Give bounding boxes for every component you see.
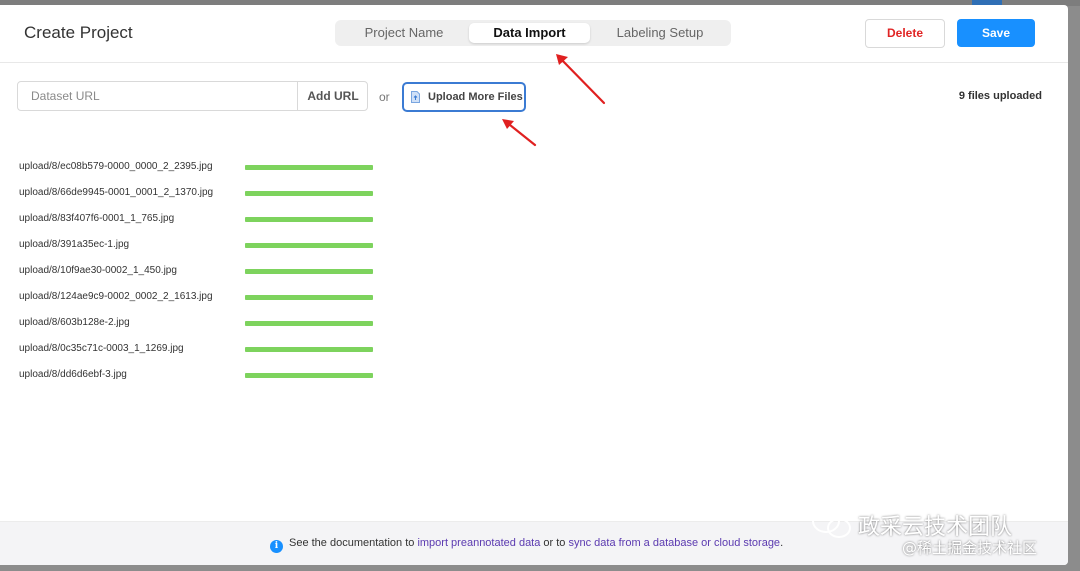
upload-progress-fill [245,373,373,378]
upload-progress-bar [245,373,373,378]
dataset-url-group: Add URL [17,81,368,111]
upload-progress-bar [245,243,373,248]
file-name: upload/8/dd6d6ebf-3.jpg [19,369,127,380]
info-icon: i [270,540,283,553]
tab-project-name[interactable]: Project Name [339,23,469,43]
upload-progress-bar [245,269,373,274]
file-name: upload/8/83f407f6-0001_1_765.jpg [19,213,175,224]
add-url-button[interactable]: Add URL [297,82,368,110]
upload-progress-fill [245,191,373,196]
file-name: upload/8/10f9ae30-0002_1_450.jpg [19,265,177,276]
upload-progress-fill [245,243,373,248]
dialog-header: Create Project Project Name Data Import … [0,5,1068,63]
watermark: 政采云技术团队 @稀土掘金技术社区 [810,505,1072,567]
footer-text-1: See the documentation to [289,537,418,549]
file-name: upload/8/0c35c71c-0003_1_1269.jpg [19,343,184,354]
tab-labeling-setup[interactable]: Labeling Setup [593,23,727,43]
file-name: upload/8/391a35ec-1.jpg [19,239,130,250]
save-button[interactable]: Save [957,19,1035,47]
annotation-arrow-tab [556,54,606,105]
watermark-line-2: @稀土掘金技术社区 [902,539,1038,557]
upload-progress-fill [245,269,373,274]
upload-progress-fill [245,165,373,170]
upload-more-files-label: Upload More Files [428,91,523,103]
file-upload-icon [411,91,420,103]
import-preannotated-data-link[interactable]: import preannotated data [417,537,540,549]
upload-progress-fill [245,217,373,222]
file-name: upload/8/124ae9c9-0002_0002_2_1613.jpg [19,291,213,302]
dataset-url-input[interactable] [18,82,301,110]
create-project-dialog: Create Project Project Name Data Import … [0,5,1068,565]
page-title: Create Project [24,23,133,42]
delete-button[interactable]: Delete [865,19,945,48]
upload-progress-fill [245,347,373,352]
sync-data-storage-link[interactable]: sync data from a database or cloud stora… [568,537,780,549]
step-tabs: Project Name Data Import Labeling Setup [335,20,731,46]
upload-progress-bar [245,191,373,196]
upload-progress-fill [245,295,373,300]
upload-progress-bar [245,321,373,326]
footer-text: i See the documentation to import preanno… [270,537,783,553]
footer-text-2: or to [540,537,569,549]
footer-text-3: . [780,537,784,549]
file-name: upload/8/66de9945-0001_0001_2_1370.jpg [19,187,214,198]
tab-data-import[interactable]: Data Import [469,23,590,43]
upload-progress-bar [245,295,373,300]
files-uploaded-count: 9 files uploaded [958,90,1042,102]
upload-more-files-button[interactable]: Upload More Files [402,82,526,112]
upload-progress-bar [245,347,373,352]
wechat-logo-icon [812,509,851,538]
upload-progress-bar [245,217,373,222]
or-separator: or [379,90,390,104]
file-name: upload/8/ec08b579-0000_0000_2_2395.jpg [19,161,213,172]
annotation-arrow-upload [502,119,537,147]
upload-progress-bar [245,165,373,170]
upload-progress-fill [245,321,373,326]
file-name: upload/8/603b128e-2.jpg [19,317,130,328]
